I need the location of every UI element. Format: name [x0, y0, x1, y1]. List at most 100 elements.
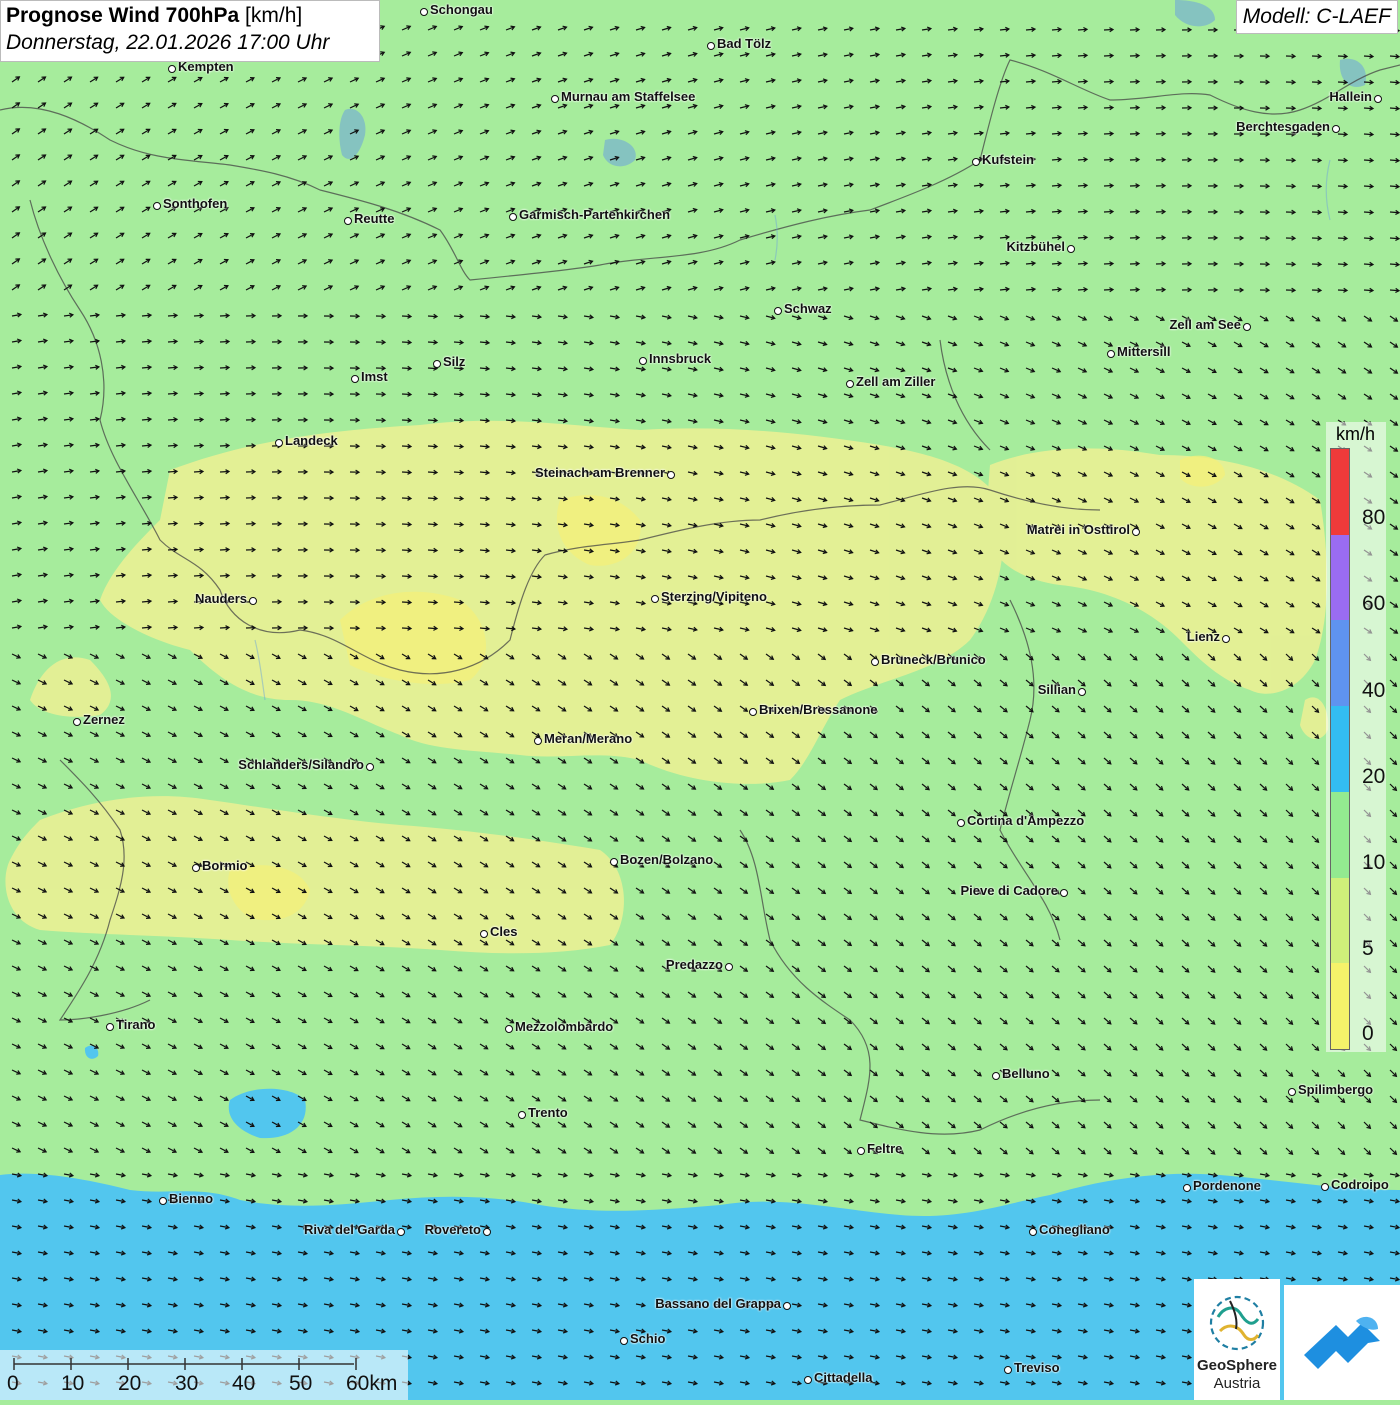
- city-marker: [351, 375, 359, 383]
- city-label: Spilimbergo: [1298, 1082, 1373, 1097]
- city-marker: [667, 471, 675, 479]
- city-marker: [639, 357, 647, 365]
- city-marker: [551, 95, 559, 103]
- city-label: Cittadella: [814, 1370, 873, 1385]
- title-box: Prognose Wind 700hPa [km/h] Donnerstag, …: [0, 0, 380, 62]
- city-label: Predazzo: [666, 957, 723, 972]
- city-marker: [620, 1337, 628, 1345]
- legend-tick-label: 40: [1362, 679, 1385, 703]
- city-label: Rovereto: [425, 1222, 481, 1237]
- partner-logo[interactable]: [1284, 1285, 1400, 1400]
- page-title: Prognose Wind 700hPa [km/h]: [6, 4, 374, 28]
- city-marker: [366, 763, 374, 771]
- city-label: Murnau am Staffelsee: [561, 89, 695, 104]
- city-label: Bad Tölz: [717, 36, 771, 51]
- city-marker: [483, 1228, 491, 1236]
- city-marker: [1029, 1228, 1037, 1236]
- legend-segment: [1331, 963, 1349, 1049]
- city-label: Meran/Merano: [544, 731, 632, 746]
- city-marker: [1132, 528, 1140, 536]
- city-marker: [972, 158, 980, 166]
- geosphere-logo[interactable]: GeoSphere Austria: [1194, 1279, 1280, 1400]
- city-marker: [505, 1025, 513, 1033]
- city-marker: [159, 1197, 167, 1205]
- city-label: Garmisch-Partenkirchen: [519, 207, 670, 222]
- legend-tick-label: 60: [1362, 592, 1385, 616]
- city-label: Bruneck/Brunico: [881, 652, 986, 667]
- city-marker: [1004, 1366, 1012, 1374]
- city-label: Zernez: [83, 712, 125, 727]
- city-label: Codroipo: [1331, 1177, 1389, 1192]
- city-marker: [518, 1111, 526, 1119]
- city-marker: [1078, 688, 1086, 696]
- city-label: Landeck: [285, 433, 338, 448]
- city-label: Mezzolombardo: [515, 1019, 613, 1034]
- city-marker: [804, 1376, 812, 1384]
- scale-label: 0: [7, 1372, 19, 1396]
- scale-label: 10: [61, 1372, 84, 1396]
- city-label: Hallein: [1329, 89, 1372, 104]
- city-marker: [774, 307, 782, 315]
- city-marker: [1060, 889, 1068, 897]
- city-label: Schongau: [430, 2, 493, 17]
- city-marker: [725, 963, 733, 971]
- scale-label: 50: [289, 1372, 312, 1396]
- legend-segment: [1331, 706, 1349, 792]
- city-marker: [534, 737, 542, 745]
- city-marker: [1321, 1183, 1329, 1191]
- city-label: Bormio: [202, 858, 248, 873]
- city-label: Berchtesgaden: [1236, 119, 1330, 134]
- city-label: Sillian: [1038, 682, 1076, 697]
- city-marker: [846, 380, 854, 388]
- city-marker: [420, 8, 428, 16]
- geosphere-logo-icon: [1194, 1279, 1280, 1359]
- city-label: Lienz: [1187, 629, 1220, 644]
- city-marker: [192, 864, 200, 872]
- city-marker: [1243, 323, 1251, 331]
- legend-tick-label: 10: [1362, 851, 1385, 875]
- city-label: Treviso: [1014, 1360, 1060, 1375]
- city-label: Sterzing/Vipiteno: [661, 589, 767, 604]
- legend-segment: [1331, 792, 1349, 878]
- city-label: Schlanders/Silandro: [238, 757, 364, 772]
- city-marker: [857, 1147, 865, 1155]
- scale-label: 60km: [346, 1372, 397, 1396]
- logo-name: GeoSphere: [1194, 1357, 1280, 1374]
- legend-segment: [1331, 620, 1349, 706]
- city-marker: [783, 1302, 791, 1310]
- city-label: Schio: [630, 1331, 665, 1346]
- city-label: Innsbruck: [649, 351, 711, 366]
- city-label: Bozen/Bolzano: [620, 852, 713, 867]
- city-label: Cles: [490, 924, 517, 939]
- city-label: Belluno: [1002, 1066, 1050, 1081]
- city-label: Imst: [361, 369, 388, 384]
- city-marker: [957, 819, 965, 827]
- city-marker: [1222, 635, 1230, 643]
- city-label: Riva del Garda: [304, 1222, 395, 1237]
- city-marker: [344, 217, 352, 225]
- city-label: Silz: [443, 354, 465, 369]
- city-label: Trento: [528, 1105, 568, 1120]
- city-label: Bienno: [169, 1191, 213, 1206]
- city-label: Reutte: [354, 211, 394, 226]
- legend-unit: km/h: [1336, 424, 1375, 445]
- city-marker: [749, 708, 757, 716]
- city-label: Pieve di Cadore: [960, 883, 1058, 898]
- scale-label: 30: [175, 1372, 198, 1396]
- legend-tick-label: 5: [1362, 937, 1374, 961]
- legend-segment: [1331, 449, 1349, 535]
- city-marker: [707, 42, 715, 50]
- city-label: Tirano: [116, 1017, 156, 1032]
- city-marker: [275, 439, 283, 447]
- partner-logo-icon: [1284, 1285, 1400, 1400]
- legend-colorbar: [1330, 448, 1350, 1050]
- city-label: Kempten: [178, 59, 234, 74]
- city-label: Zell am See: [1169, 317, 1241, 332]
- title-main: Prognose Wind 700hPa: [6, 4, 239, 27]
- city-label: Matrei in Osttirol: [1027, 522, 1130, 537]
- city-marker: [480, 930, 488, 938]
- city-label: Pordenone: [1193, 1178, 1261, 1193]
- city-marker: [1332, 125, 1340, 133]
- model-label: Modell: C-LAEF: [1236, 0, 1398, 34]
- city-label: Steinach am Brenner: [535, 465, 665, 480]
